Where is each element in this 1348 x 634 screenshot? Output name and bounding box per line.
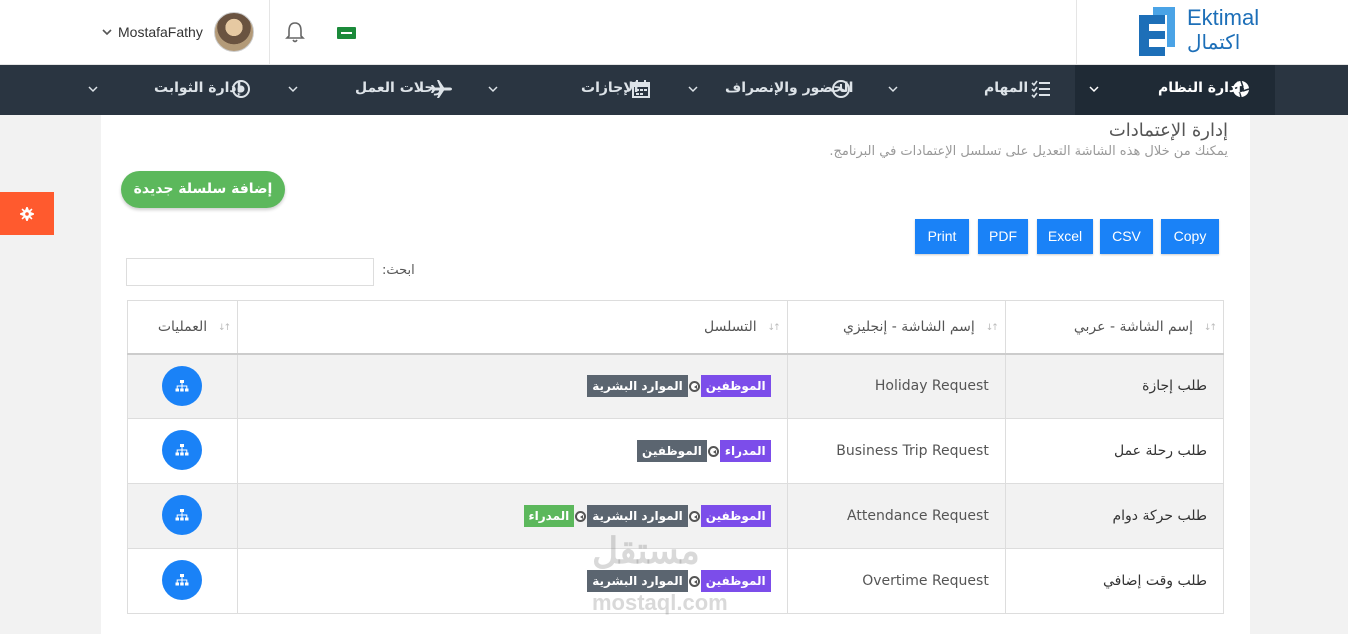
cell-name-en: Overtime Request: [786, 548, 1006, 614]
nav-item-tasks[interactable]: المهام: [876, 65, 1075, 115]
column-header[interactable]: ↑↓ إسم الشاشة - عربي: [1004, 300, 1225, 355]
chain-tag: الموظفين: [700, 505, 771, 527]
table-header-row: ↑↓ إسم الشاشة - عربي ↑↓ إسم الشاشة - إنجلي…: [126, 300, 1225, 355]
chevron-down-icon: [88, 86, 98, 93]
cell-operations: [126, 353, 239, 419]
nav-item-constants[interactable]: إدارة الثوابت: [76, 65, 276, 115]
chevron-down-icon: [688, 86, 698, 93]
table-row: طلب إجازة Holiday Request الموظفين الموا…: [126, 353, 1225, 419]
sort-icon: ↑↓: [985, 323, 999, 333]
cell-operations: [126, 548, 239, 614]
approval-chain: الموظفين الموارد البشرية: [238, 375, 771, 398]
nav-label: إدارة الثوابت: [154, 80, 242, 96]
chevron-down-icon: [488, 86, 498, 93]
approval-chain: الموظفين الموارد البشرية: [238, 570, 771, 592]
bell-icon[interactable]: [284, 20, 306, 44]
table-row: طلب رحلة عمل Business Trip Request المدر…: [126, 418, 1225, 484]
nav-label: رحلات العمل: [355, 80, 443, 96]
nav-item-system-admin[interactable]: إدارة النظام: [1075, 65, 1275, 115]
cell-name-en: Business Trip Request: [786, 418, 1006, 484]
chevron-down-icon: [1089, 86, 1099, 93]
edit-chain-button[interactable]: [162, 560, 202, 600]
gear-icon: [20, 207, 34, 221]
watermark-text-ar: مستقل: [592, 530, 700, 571]
avatar: [214, 12, 254, 52]
page-subtitle: يمكنك من خلال هذه الشاشة التعديل على تسل…: [829, 144, 1228, 159]
sitemap-icon: [175, 574, 189, 586]
approval-chain: الموظفين الموارد البشرية المدراء: [238, 505, 771, 527]
nav-item-business-trips[interactable]: رحلات العمل: [276, 65, 476, 115]
cell-name-ar: طلب رحلة عمل: [1004, 418, 1225, 484]
arrow-left-icon: [688, 380, 700, 392]
chain-tag: الموارد البشرية: [587, 570, 688, 592]
column-header[interactable]: ↑↓ التسلسل: [237, 300, 788, 355]
copy-button[interactable]: Copy: [1161, 219, 1219, 254]
approval-chain: المدراء الموظفين: [238, 440, 771, 462]
chevron-down-icon: [102, 29, 112, 36]
cell-chain: المدراء الموظفين: [237, 418, 788, 484]
chain-tag: الموظفين: [700, 570, 771, 592]
user-menu[interactable]: MostafaFathy: [92, 0, 270, 65]
cell-name-ar: طلب إجازة: [1004, 353, 1225, 419]
watermark-text-en: mostaql.com: [592, 590, 728, 615]
nav-label: الإجازات: [581, 80, 639, 96]
print-button[interactable]: Print: [915, 219, 969, 254]
chain-tag: المدراء: [523, 505, 575, 527]
chain-tag: الموارد البشرية: [587, 375, 688, 398]
saudi-flag-icon[interactable]: [337, 27, 356, 39]
cell-name-en: Holiday Request: [786, 353, 1006, 419]
main-nav: إدارة النظام المهام الحضور والإنصراف الإ…: [0, 65, 1348, 115]
add-new-chain-button[interactable]: إضافة سلسلة جديدة: [121, 171, 285, 208]
user-name: MostafaFathy: [118, 24, 203, 40]
top-bar: Ektimal اكتمال MostafaFathy: [0, 0, 1348, 65]
cell-chain: الموظفين الموارد البشرية: [237, 353, 788, 419]
pdf-button[interactable]: PDF: [978, 219, 1028, 254]
edit-chain-button[interactable]: [162, 495, 202, 535]
csv-button[interactable]: CSV: [1100, 219, 1153, 254]
arrow-left-icon: [688, 510, 700, 522]
logo[interactable]: Ektimal اكتمال: [1076, 0, 1348, 65]
chain-tag: المدراء: [719, 440, 771, 462]
cell-chain: الموظفين الموارد البشرية المدراء: [237, 483, 788, 549]
nav-label: المهام: [984, 80, 1029, 96]
sitemap-icon: [175, 509, 189, 521]
arrow-left-icon: [575, 510, 587, 522]
nav-label: الحضور والإنصراف: [725, 80, 854, 96]
sitemap-icon: [175, 379, 189, 391]
sort-icon: ↑↓: [767, 323, 781, 333]
cell-name-ar: طلب وقت إضافي: [1004, 548, 1225, 614]
cell-operations: [126, 418, 239, 484]
nav-item-attendance[interactable]: الحضور والإنصراف: [676, 65, 876, 115]
logo-text-ar: اكتمال: [1187, 30, 1241, 54]
logo-text-en: Ektimal: [1187, 5, 1260, 30]
search-label: ابحث:: [382, 263, 415, 278]
logo-mark-icon: [1139, 7, 1175, 56]
cell-operations: [126, 483, 239, 549]
search-input[interactable]: [126, 258, 374, 286]
edit-chain-button[interactable]: [162, 365, 202, 406]
tasks-icon: [1031, 80, 1050, 99]
chain-tag: الموارد البشرية: [587, 505, 688, 527]
excel-button[interactable]: Excel: [1037, 219, 1093, 254]
chevron-down-icon: [288, 86, 298, 93]
settings-toggle-button[interactable]: [0, 192, 54, 235]
edit-chain-button[interactable]: [162, 430, 202, 470]
sitemap-icon: [175, 444, 189, 456]
chain-tag: الموظفين: [700, 375, 771, 398]
nav-item-holidays[interactable]: الإجازات: [476, 65, 676, 115]
chain-tag: الموظفين: [637, 440, 707, 462]
column-header[interactable]: ↑↓ العمليات: [126, 300, 239, 355]
cell-name-ar: طلب حركة دوام: [1004, 483, 1225, 549]
sort-icon: ↑↓: [1203, 323, 1217, 333]
sort-icon: ↑↓: [218, 323, 231, 333]
arrow-left-icon: [707, 445, 719, 457]
nav-label: إدارة النظام: [1158, 80, 1241, 96]
chevron-down-icon: [888, 86, 898, 93]
arrow-left-icon: [688, 575, 700, 587]
page-title: إدارة الإعتمادات: [1108, 120, 1228, 141]
column-header[interactable]: ↑↓ إسم الشاشة - إنجليزي: [786, 300, 1006, 355]
cell-name-en: Attendance Request: [786, 483, 1006, 549]
